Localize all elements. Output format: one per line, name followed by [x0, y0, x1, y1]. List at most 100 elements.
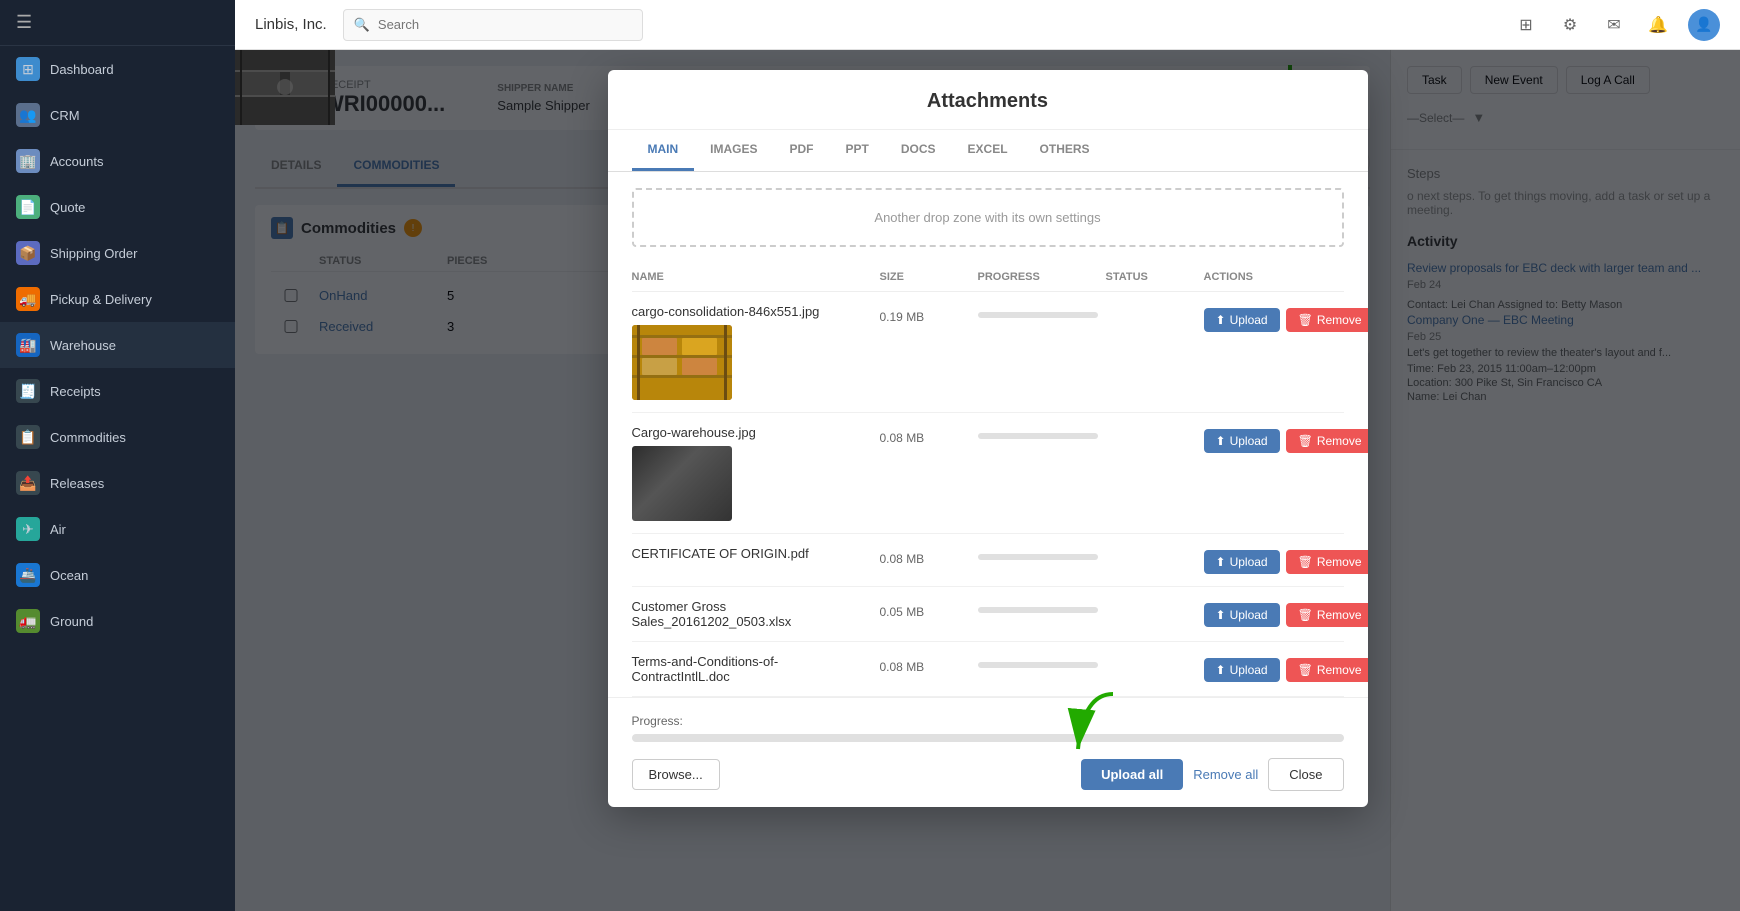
- file-progress: [978, 599, 1098, 613]
- file-size: 0.19 MB: [880, 304, 970, 324]
- file-name-col: CERTIFICATE OF ORIGIN.pdf: [632, 546, 872, 561]
- releases-icon: 📤: [16, 471, 40, 495]
- upload-button[interactable]: ⬆ Upload: [1204, 550, 1280, 574]
- browse-button[interactable]: Browse...: [632, 759, 720, 790]
- sidebar-item-dashboard[interactable]: ⊞ Dashboard: [0, 46, 235, 92]
- modal-tab-main[interactable]: MAIN: [632, 130, 695, 171]
- ocean-icon: 🚢: [16, 563, 40, 587]
- drop-zone[interactable]: Another drop zone with its own settings: [632, 188, 1344, 247]
- sidebar-item-label: Air: [50, 522, 66, 537]
- sidebar-item-air[interactable]: ✈ Air: [0, 506, 235, 552]
- trash-icon: 🗑: [1298, 313, 1313, 327]
- search-bar[interactable]: 🔍: [343, 9, 643, 41]
- accounts-icon: 🏢: [16, 149, 40, 173]
- trash-icon: 🗑: [1298, 663, 1313, 677]
- sidebar-item-label: Shipping Order: [50, 246, 137, 261]
- upload-button[interactable]: ⬆ Upload: [1204, 308, 1280, 332]
- modal-tab-pdf[interactable]: PDF: [774, 130, 830, 171]
- sidebar-item-ocean[interactable]: 🚢 Ocean: [0, 552, 235, 598]
- remove-button[interactable]: 🗑 Remove: [1286, 603, 1368, 627]
- shipping-icon: 📦: [16, 241, 40, 265]
- remove-button[interactable]: 🗑 Remove: [1286, 308, 1368, 332]
- file-row: Customer Gross Sales_20161202_0503.xlsx …: [632, 587, 1344, 642]
- remove-button[interactable]: 🗑 Remove: [1286, 550, 1368, 574]
- sidebar-item-accounts[interactable]: 🏢 Accounts: [0, 138, 235, 184]
- air-icon: ✈: [16, 517, 40, 541]
- col-name: Name: [632, 271, 872, 283]
- remove-button[interactable]: 🗑 Remove: [1286, 658, 1368, 682]
- modal-tab-ppt[interactable]: PPT: [830, 130, 885, 171]
- crm-icon: 👥: [16, 103, 40, 127]
- upload-icon: ⬆: [1216, 313, 1226, 327]
- warehouse-icon: 🏭: [16, 333, 40, 357]
- footer-buttons: Browse...: [632, 758, 1344, 791]
- avatar[interactable]: 👤: [1688, 9, 1720, 41]
- file-row: CERTIFICATE OF ORIGIN.pdf 0.08 MB ⬆ Uplo…: [632, 534, 1344, 587]
- sidebar-item-crm[interactable]: 👥 CRM: [0, 92, 235, 138]
- file-row: Cargo-warehouse.jpg: [632, 413, 1344, 534]
- modal-title: Attachments: [927, 90, 1048, 112]
- search-input[interactable]: [378, 17, 632, 32]
- modal-tab-docs[interactable]: DOCS: [885, 130, 952, 171]
- upload-button[interactable]: ⬆ Upload: [1204, 658, 1280, 682]
- bell-icon[interactable]: 🔔: [1644, 11, 1672, 39]
- pickup-icon: 🚚: [16, 287, 40, 311]
- sidebar-item-receipts[interactable]: 🧾 Receipts: [0, 368, 235, 414]
- sidebar-header: ☰: [0, 0, 235, 46]
- sidebar-item-label: Ground: [50, 614, 93, 629]
- remove-all-button[interactable]: Remove all: [1193, 767, 1258, 782]
- modal-tab-others[interactable]: OTHERS: [1024, 130, 1106, 171]
- file-progress: [978, 546, 1098, 560]
- modal-tabs: MAIN IMAGES PDF PPT DOCS EXCEL OTHERS: [608, 130, 1368, 172]
- file-size: 0.08 MB: [880, 654, 970, 674]
- sidebar-item-warehouse[interactable]: 🏭 Warehouse: [0, 322, 235, 368]
- sidebar-item-releases[interactable]: 📤 Releases: [0, 460, 235, 506]
- file-actions: ⬆ Upload 🗑 Remove: [1204, 599, 1344, 627]
- sidebar-item-label: Receipts: [50, 384, 101, 399]
- upload-icon: ⬆: [1216, 434, 1226, 448]
- company-name: Linbis, Inc.: [255, 16, 327, 33]
- sidebar-item-commodities[interactable]: 📋 Commodities: [0, 414, 235, 460]
- receipts-icon: 🧾: [16, 379, 40, 403]
- sidebar-item-pickup[interactable]: 🚚 Pickup & Delivery: [0, 276, 235, 322]
- sidebar-item-label: Ocean: [50, 568, 88, 583]
- upload-button[interactable]: ⬆ Upload: [1204, 429, 1280, 453]
- settings-icon[interactable]: ⚙: [1556, 11, 1584, 39]
- sidebar-item-label: Pickup & Delivery: [50, 292, 152, 307]
- file-size: 0.05 MB: [880, 599, 970, 619]
- file-actions: ⬆ Upload 🗑 Remove: [1204, 546, 1344, 574]
- dashboard-icon: ⊞: [16, 57, 40, 81]
- col-status: Status: [1106, 271, 1196, 283]
- col-actions: Actions: [1204, 271, 1344, 283]
- grid-icon[interactable]: ⊞: [1512, 11, 1540, 39]
- file-name: Terms-and-Conditions-of-ContractIntlL.do…: [632, 654, 872, 684]
- mail-icon[interactable]: ✉: [1600, 11, 1628, 39]
- ground-icon: 🚛: [16, 609, 40, 633]
- file-table: Name Size Progress Status Actions cargo-…: [608, 263, 1368, 697]
- hamburger-icon[interactable]: ☰: [16, 12, 32, 33]
- file-progress: [978, 654, 1098, 668]
- remove-button[interactable]: 🗑 Remove: [1286, 429, 1368, 453]
- sidebar-item-label: Accounts: [50, 154, 103, 169]
- close-modal-button[interactable]: Close: [1268, 758, 1343, 791]
- sidebar-item-ground[interactable]: 🚛 Ground: [0, 598, 235, 644]
- modal-tab-excel[interactable]: EXCEL: [952, 130, 1024, 171]
- sidebar-item-label: Commodities: [50, 430, 126, 445]
- file-name-col: cargo-consolidation-846x551.jpg: [632, 304, 872, 400]
- bottom-arrow: [1053, 689, 1123, 764]
- upload-icon: ⬆: [1216, 608, 1226, 622]
- col-size: Size: [880, 271, 970, 283]
- progress-label: Progress:: [632, 714, 1344, 728]
- sidebar-item-label: CRM: [50, 108, 80, 123]
- sidebar-item-quote[interactable]: 📄 Quote: [0, 184, 235, 230]
- upload-button[interactable]: ⬆ Upload: [1204, 603, 1280, 627]
- modal-tab-images[interactable]: IMAGES: [694, 130, 773, 171]
- trash-icon: 🗑: [1298, 555, 1313, 569]
- file-name-col: Customer Gross Sales_20161202_0503.xlsx: [632, 599, 872, 629]
- file-table-header: Name Size Progress Status Actions: [632, 263, 1344, 292]
- file-name-col: Cargo-warehouse.jpg: [632, 425, 872, 521]
- upload-icon: ⬆: [1216, 555, 1226, 569]
- file-actions: ⬆ Upload 🗑 Remove: [1204, 425, 1344, 453]
- sidebar-item-shipping[interactable]: 📦 Shipping Order: [0, 230, 235, 276]
- topbar-icons: ⊞ ⚙ ✉ 🔔 👤: [1512, 9, 1720, 41]
